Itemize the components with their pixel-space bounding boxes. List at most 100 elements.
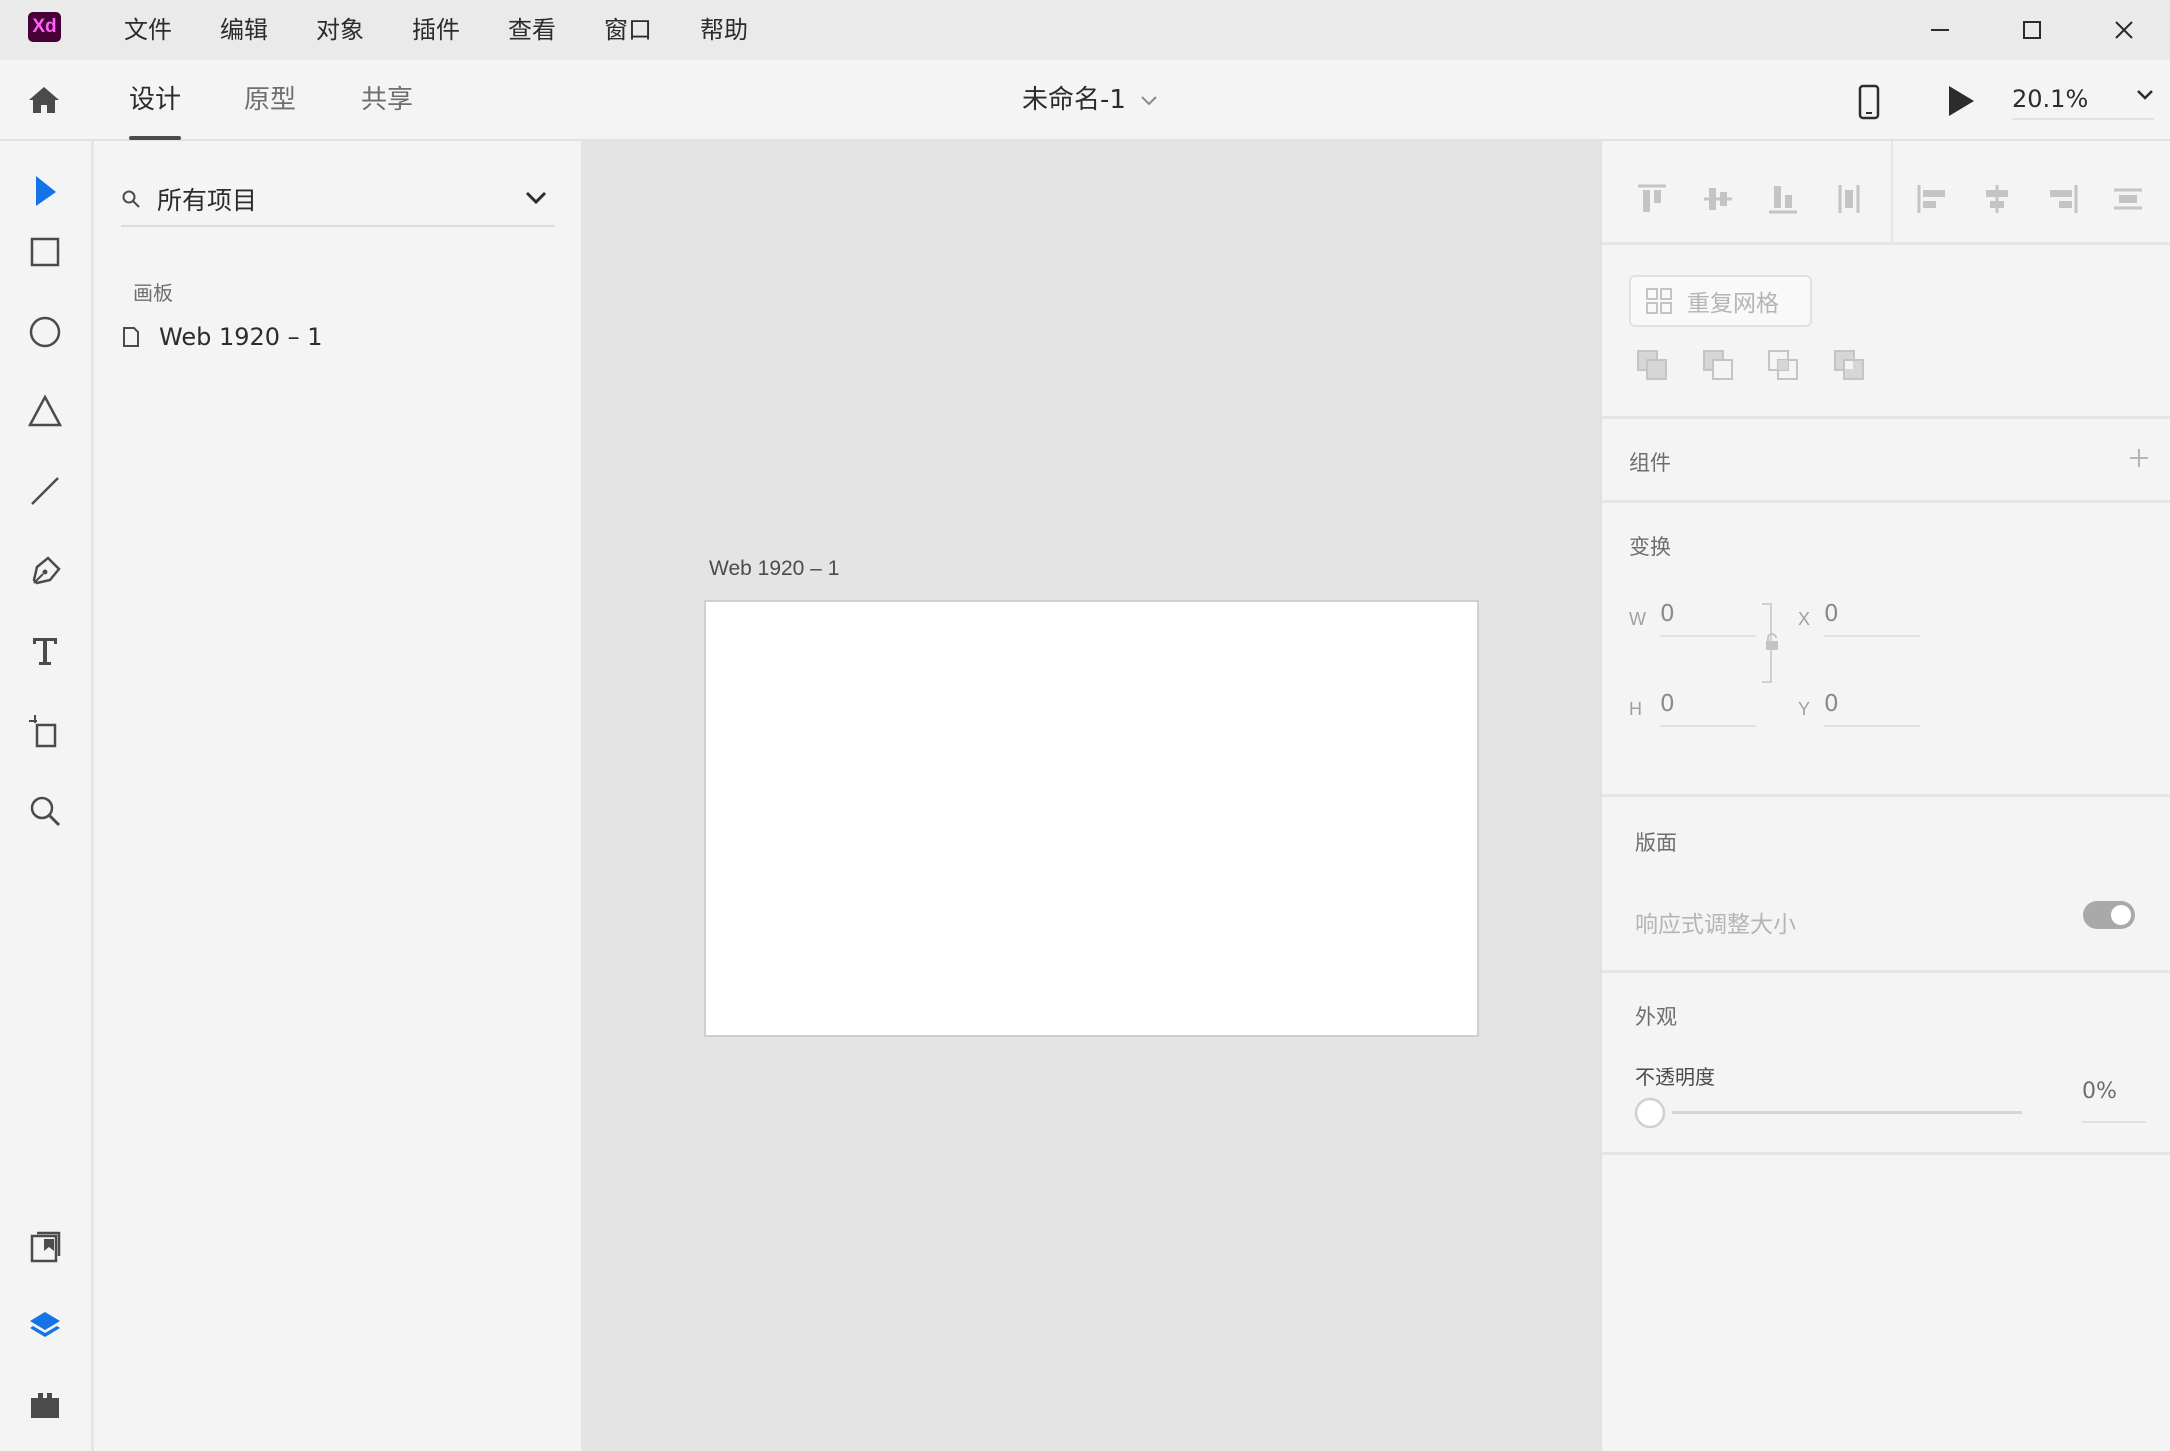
zoom-icon	[30, 796, 61, 827]
menu-edit[interactable]: 编辑	[196, 0, 292, 60]
repeat-grid-section: 重复网格	[1602, 245, 2170, 419]
menu-view[interactable]: 查看	[484, 0, 580, 60]
canvas[interactable]: Web 1920 – 1	[581, 141, 1600, 1451]
plus-icon[interactable]	[2128, 447, 2150, 469]
minimize-button[interactable]	[1894, 0, 1986, 60]
line-tool[interactable]	[25, 471, 65, 511]
align-middle-icon[interactable]	[1700, 181, 1736, 217]
align-right-icon[interactable]	[2045, 181, 2081, 217]
zoom-tool[interactable]	[25, 791, 65, 831]
align-top-icon[interactable]	[1634, 181, 1670, 217]
polygon-icon	[27, 394, 63, 427]
menu-help[interactable]: 帮助	[676, 0, 772, 60]
intersect-icon[interactable]	[1765, 347, 1801, 383]
appearance-section: 外观 不透明度 0%	[1602, 973, 2170, 1155]
document-title-dropdown[interactable]: 未命名-1	[1022, 60, 1158, 141]
assets-button[interactable]	[25, 1227, 65, 1267]
search-icon	[122, 190, 140, 208]
layer-item[interactable]: Web 1920 – 1	[121, 317, 323, 357]
ellipse-icon	[29, 316, 61, 348]
x-label: X	[1798, 609, 1811, 629]
menu-bar: 文件 编辑 对象 插件 查看 窗口 帮助	[100, 0, 772, 60]
x-input[interactable]: 0	[1824, 599, 1920, 637]
close-icon	[2115, 21, 2133, 39]
artboard-layer-icon	[123, 327, 139, 347]
repeat-grid-label: 重复网格	[1687, 291, 1779, 317]
select-tool[interactable]	[25, 171, 65, 211]
zoom-dropdown[interactable]: 20.1%	[2012, 80, 2154, 120]
select-icon	[36, 176, 56, 206]
height-input[interactable]: 0	[1660, 689, 1756, 727]
home-icon[interactable]	[26, 82, 62, 118]
transform-section: 变换 W 0 H 0 X 0 Y 0	[1602, 503, 2170, 797]
y-input[interactable]: 0	[1824, 689, 1920, 727]
tab-design[interactable]: 设计	[129, 60, 182, 141]
layer-item-label: Web 1920 – 1	[159, 323, 323, 351]
appearance-label: 外观	[1635, 1005, 1677, 1029]
exclude-overlap-icon[interactable]	[1831, 347, 1867, 383]
align-left-icon[interactable]	[1914, 181, 1950, 217]
plugins-icon	[31, 1393, 59, 1418]
zoom-value: 20.1%	[2012, 85, 2089, 113]
maximize-button[interactable]	[1986, 0, 2078, 60]
plugins-button[interactable]	[25, 1385, 65, 1425]
ellipse-tool[interactable]	[25, 312, 65, 352]
rectangle-icon	[30, 237, 60, 267]
lock-icon[interactable]	[1764, 633, 1780, 651]
opacity-slider-thumb[interactable]	[1634, 1097, 1666, 1129]
transform-label: 变换	[1629, 535, 1671, 559]
width-input[interactable]: 0	[1660, 599, 1756, 637]
text-tool[interactable]	[25, 631, 65, 671]
align-bottom-icon[interactable]	[1765, 181, 1801, 217]
distribute-vertical-icon[interactable]	[1831, 181, 1867, 217]
opacity-slider-track[interactable]	[1672, 1111, 2022, 1114]
height-label: H	[1629, 699, 1642, 719]
pen-icon	[32, 556, 61, 585]
maximize-icon	[2023, 21, 2041, 39]
responsive-resize-toggle[interactable]	[2083, 901, 2135, 929]
chevron-down-icon	[1141, 95, 1157, 105]
polygon-tool[interactable]	[25, 391, 65, 431]
layers-filter[interactable]: 所有项目	[121, 173, 555, 227]
align-center-icon[interactable]	[1979, 181, 2015, 217]
title-bar: Xd 文件 编辑 对象 插件 查看 窗口 帮助	[0, 0, 2170, 60]
mobile-preview-icon[interactable]	[1855, 84, 1883, 120]
layers-panel: 所有项目 画板 Web 1920 – 1	[97, 141, 581, 1451]
artboards-section-label: 画板	[133, 281, 173, 305]
property-inspector: 重复网格 组件 变换 W 0 H 0 X 0 Y 0 版面 响应式调整大小 外观…	[1600, 141, 2170, 1451]
menu-file[interactable]: 文件	[100, 0, 196, 60]
subtract-icon[interactable]	[1700, 347, 1736, 383]
close-button[interactable]	[2078, 0, 2170, 60]
tool-rail	[0, 141, 94, 1451]
layers-icon	[30, 1312, 60, 1337]
menu-window[interactable]: 窗口	[580, 0, 676, 60]
artboard-tool[interactable]	[25, 711, 65, 751]
repeat-grid-button[interactable]: 重复网格	[1629, 275, 1812, 327]
align-section	[1602, 141, 2170, 245]
layout-section: 版面 响应式调整大小	[1602, 797, 2170, 973]
layout-label: 版面	[1635, 831, 1677, 855]
chevron-down-icon	[2137, 90, 2153, 100]
layers-filter-label: 所有项目	[157, 186, 258, 215]
line-icon	[31, 477, 59, 505]
distribute-horizontal-icon[interactable]	[2110, 181, 2146, 217]
responsive-resize-label: 响应式调整大小	[1635, 912, 1796, 938]
layers-button[interactable]	[25, 1306, 65, 1346]
tab-share[interactable]: 共享	[361, 60, 413, 141]
pen-tool[interactable]	[25, 552, 65, 592]
rectangle-tool[interactable]	[25, 232, 65, 272]
width-label: W	[1629, 609, 1646, 629]
top-toolbar: 设计 原型 共享 未命名-1 20.1%	[0, 60, 2170, 141]
menu-object[interactable]: 对象	[292, 0, 388, 60]
artboard[interactable]	[704, 600, 1479, 1037]
add-icon[interactable]	[1634, 347, 1670, 383]
minimize-icon	[1931, 29, 1949, 31]
menu-plugins[interactable]: 插件	[388, 0, 484, 60]
tab-prototype[interactable]: 原型	[244, 60, 296, 141]
xd-logo: Xd	[28, 12, 61, 42]
chevron-down-icon	[525, 191, 547, 205]
artboard-label[interactable]: Web 1920 – 1	[709, 557, 839, 581]
opacity-input[interactable]: 0%	[2082, 1077, 2146, 1123]
play-icon[interactable]	[1946, 84, 1976, 118]
opacity-label: 不透明度	[1635, 1065, 1715, 1089]
